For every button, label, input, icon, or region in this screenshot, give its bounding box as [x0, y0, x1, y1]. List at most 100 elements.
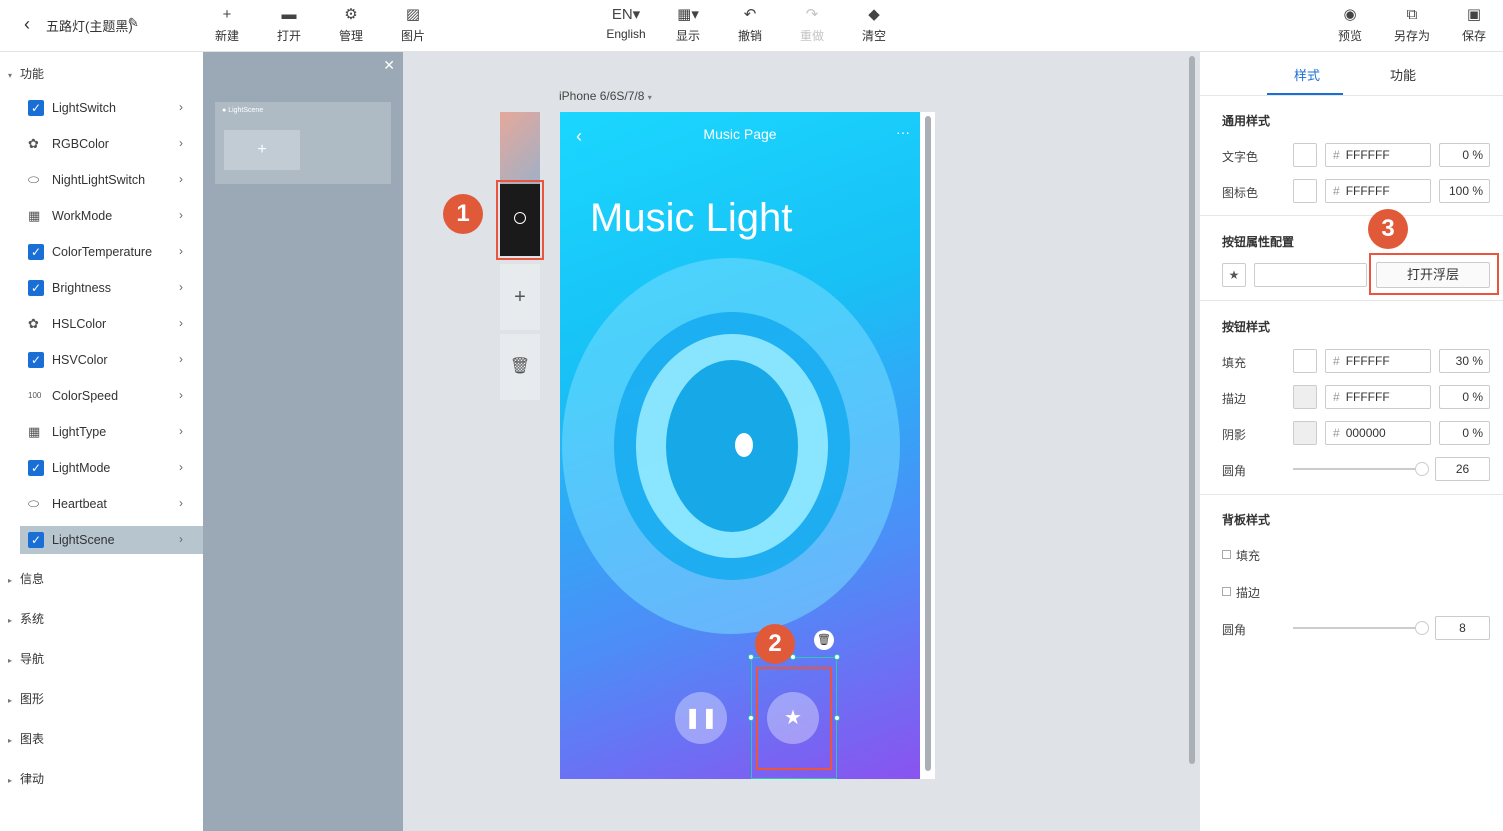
checkbox-checked-icon[interactable]: ✓	[28, 280, 44, 296]
sidebar-item-lightscene[interactable]: ✓ LightScene ›	[20, 526, 203, 554]
sidebar-item-workmode[interactable]: ▦ WorkMode ›	[20, 202, 203, 230]
add-page-button[interactable]: +	[500, 264, 540, 330]
checkbox-checked-icon[interactable]: ✓	[28, 100, 44, 116]
grid-icon: ▦	[28, 424, 41, 439]
toggle-icon: ⬭	[28, 172, 40, 187]
shadow-color-swatch[interactable]	[1293, 421, 1317, 445]
pencil-icon[interactable]: ✎	[128, 15, 139, 31]
resize-handle[interactable]	[748, 654, 754, 660]
center-dot[interactable]	[735, 433, 753, 457]
more-icon[interactable]: ···	[896, 124, 910, 140]
category-info[interactable]: ▸ 信息	[8, 570, 44, 587]
sidebar-item-lighttype[interactable]: ▦ LightType ›	[20, 418, 203, 446]
manage-button[interactable]: ⚙ 管理	[327, 6, 375, 44]
tab-function[interactable]: 功能	[1363, 65, 1443, 84]
resize-handle[interactable]	[748, 715, 754, 721]
sidebar-item-heartbeat[interactable]: ⬭ Heartbeat ›	[20, 490, 203, 518]
sidebar-item-hsvcolor[interactable]: ✓ HSVColor ›	[20, 346, 203, 374]
slider-knob[interactable]	[1415, 462, 1429, 476]
checkbox-checked-icon[interactable]: ✓	[28, 352, 44, 368]
sidebar-item-hslcolor[interactable]: ✿ HSLColor ›	[20, 310, 203, 338]
display-button[interactable]: ▦▾ 显示	[664, 6, 712, 44]
sidebar-item-colorspeed[interactable]: 100 ColorSpeed ›	[20, 382, 203, 410]
text-color-opacity-input[interactable]: 0 %	[1439, 143, 1490, 167]
stroke-hex-input[interactable]: # FFFFFF	[1325, 385, 1431, 409]
bg-fill-label: 填充	[1236, 549, 1261, 563]
undo-button[interactable]: ↶ 撤销	[726, 6, 774, 44]
image-button[interactable]: ▨ 图片	[389, 6, 437, 44]
text-color-hex-input[interactable]: # FFFFFF	[1325, 143, 1431, 167]
checkbox-checked-icon[interactable]: ✓	[28, 244, 44, 260]
clear-button[interactable]: ◆ 清空	[850, 6, 898, 44]
sidebar-item-lightswitch[interactable]: ✓ LightSwitch ›	[20, 94, 203, 122]
shadow-hex-input[interactable]: #000000	[1325, 421, 1431, 445]
stroke-opacity-input[interactable]: 0 %	[1439, 385, 1490, 409]
phone-nav-title: Music Page	[703, 126, 777, 142]
tab-style[interactable]: 样式	[1267, 65, 1347, 84]
slider-knob[interactable]	[1415, 621, 1429, 635]
category-chart[interactable]: ▸ 图表	[8, 730, 44, 747]
save-button[interactable]: ▣ 保存	[1450, 6, 1498, 44]
icon-color-opacity-input[interactable]: 100 %	[1439, 179, 1490, 203]
sidebar-item-colortemperature[interactable]: ✓ ColorTemperature ›	[20, 238, 203, 266]
button-icon-picker[interactable]: ★	[1222, 263, 1246, 287]
category-navigation[interactable]: ▸ 导航	[8, 650, 44, 667]
eye-icon: ◉	[1343, 6, 1357, 23]
checkbox-checked-icon[interactable]: ✓	[28, 460, 44, 476]
toggle-icon: ⬭	[28, 496, 40, 511]
category-system[interactable]: ▸ 系统	[8, 610, 44, 627]
language-select[interactable]: EN▾ English	[602, 6, 650, 41]
undo-icon: ↶	[743, 6, 757, 23]
project-title: 五路灯(主题黑)	[46, 19, 133, 34]
redo-button[interactable]: ↷ 重做	[788, 6, 836, 44]
button-text-input[interactable]	[1254, 263, 1367, 287]
chevron-right-icon: ›	[179, 532, 183, 546]
radius-slider[interactable]	[1293, 462, 1429, 476]
shadow-opacity-input[interactable]: 0 %	[1439, 421, 1490, 445]
core-circle	[666, 360, 798, 532]
save-as-button[interactable]: ⧉ 另存为	[1388, 6, 1436, 44]
preview-button[interactable]: ◉ 预览	[1326, 6, 1374, 44]
display-icon: ▦▾	[677, 6, 699, 23]
category-rhythm[interactable]: ▸ 律动	[8, 770, 44, 787]
add-scene-button[interactable]: +	[224, 130, 300, 170]
resize-handle[interactable]	[834, 715, 840, 721]
fill-opacity-input[interactable]: 30 %	[1439, 349, 1490, 373]
checkbox-checked-icon[interactable]: ✓	[28, 532, 44, 548]
bg-radius-slider[interactable]	[1293, 621, 1429, 635]
bg-radius-input[interactable]: 8	[1435, 616, 1490, 640]
highlight-box	[756, 667, 832, 770]
fill-hex-input[interactable]: # FFFFFF	[1325, 349, 1431, 373]
phone-scrollbar[interactable]	[925, 116, 931, 771]
fill-color-swatch[interactable]	[1293, 349, 1317, 373]
open-button[interactable]: ▬ 打开	[265, 6, 313, 44]
sidebar-item-brightness[interactable]: ✓ Brightness ›	[20, 274, 203, 302]
chevron-right-icon: ›	[179, 280, 183, 294]
stroke-color-swatch[interactable]	[1293, 385, 1317, 409]
category-graphics[interactable]: ▸ 图形	[8, 690, 44, 707]
sidebar-item-nightlightswitch[interactable]: ⬭ NightLightSwitch ›	[20, 166, 203, 194]
page-thumbnail-1[interactable]	[500, 112, 540, 184]
back-icon[interactable]: ‹	[24, 14, 30, 35]
icon-color-hex-input[interactable]: # FFFFFF	[1325, 179, 1431, 203]
close-icon[interactable]: ✕	[383, 57, 395, 74]
bg-stroke-checkbox[interactable]	[1222, 587, 1231, 596]
sidebar-item-lightmode[interactable]: ✓ LightMode ›	[20, 454, 203, 482]
sidebar-item-rgbcolor[interactable]: ✿ RGBColor ›	[20, 130, 203, 158]
new-button[interactable]: + 新建	[203, 6, 251, 44]
radius-input[interactable]: 26	[1435, 457, 1490, 481]
page-thumbnail-2[interactable]	[496, 180, 544, 260]
icon-color-swatch[interactable]	[1293, 179, 1317, 203]
category-function[interactable]: ▾ 功能	[8, 65, 44, 82]
canvas-scrollbar[interactable]	[1189, 56, 1195, 764]
caret-right-icon: ▸	[8, 736, 13, 745]
resize-handle[interactable]	[834, 654, 840, 660]
text-color-swatch[interactable]	[1293, 143, 1317, 167]
delete-page-button[interactable]: 🗑	[500, 334, 540, 400]
bg-fill-checkbox[interactable]	[1222, 550, 1231, 559]
scene-card[interactable]: ● LightScene +	[215, 102, 391, 184]
device-select[interactable]: iPhone 6/6S/7/8 ▾	[559, 89, 652, 103]
trash-icon[interactable]: 🗑	[814, 630, 834, 650]
pause-button[interactable]: ❚❚	[675, 692, 727, 744]
divider	[1200, 215, 1503, 216]
